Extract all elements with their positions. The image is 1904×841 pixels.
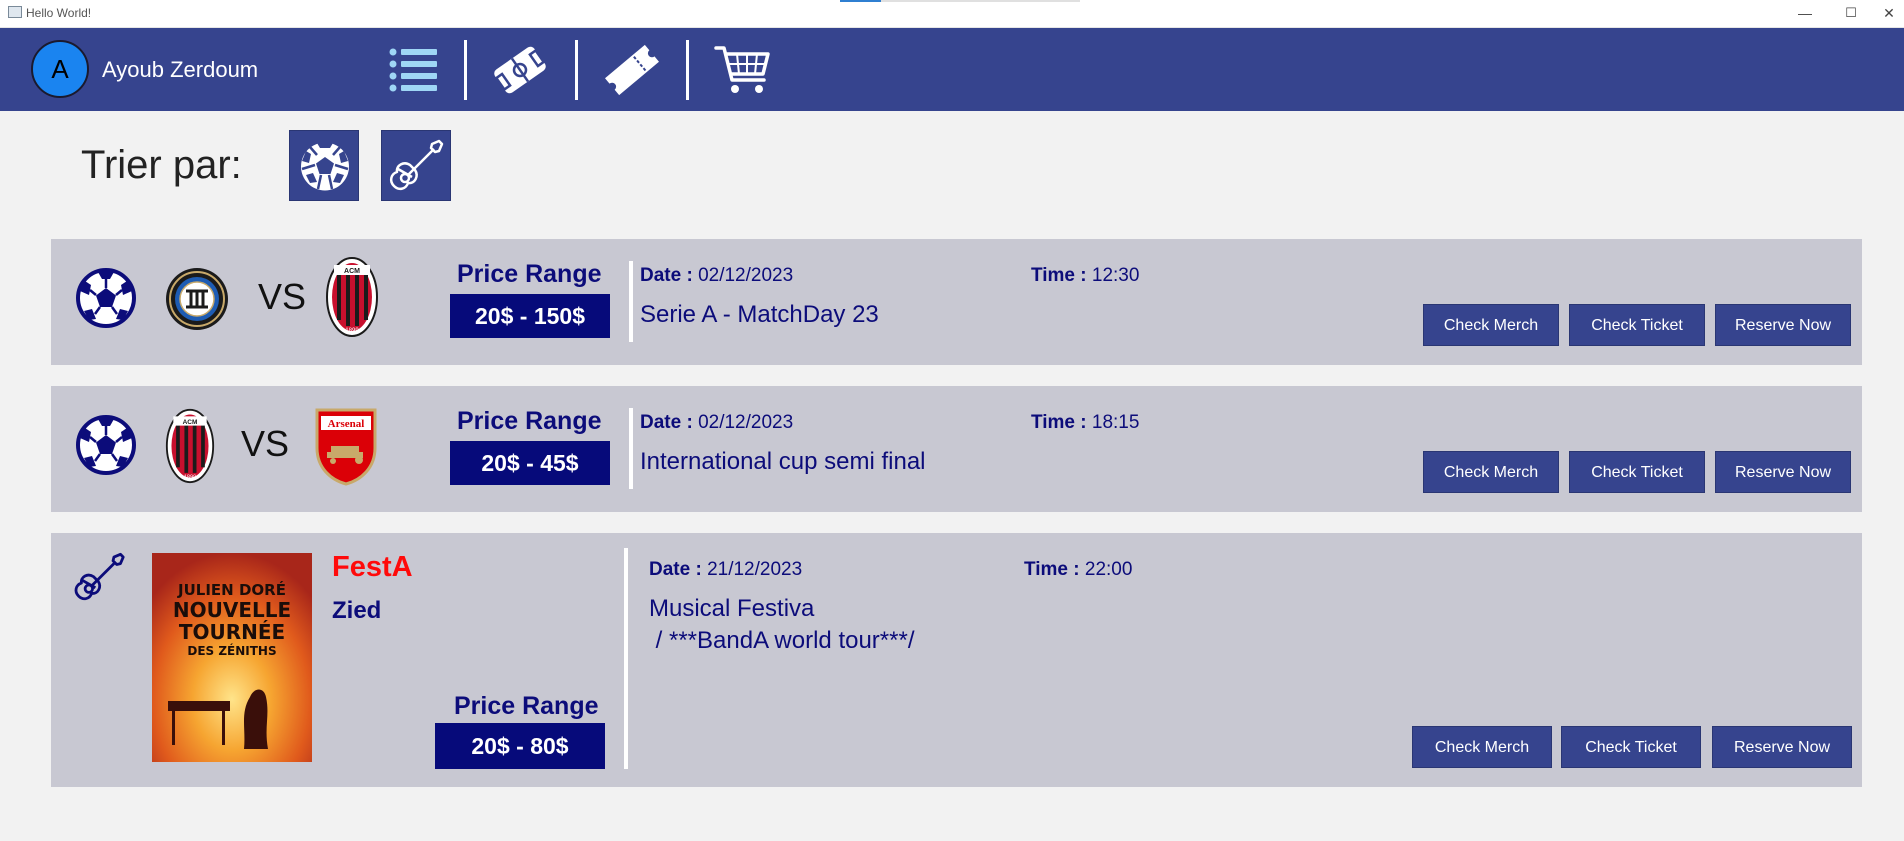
- event-card: ACM 1899 VS Arsenal Price Range 20$ - 45…: [51, 386, 1862, 512]
- price-range-value: 20$ - 45$: [450, 441, 610, 485]
- check-merch-button[interactable]: Check Merch: [1423, 451, 1559, 493]
- poster-line-4: DES ZÉNITHS: [187, 643, 276, 658]
- date-label: Date :: [640, 265, 693, 286]
- check-merch-button[interactable]: Check Merch: [1412, 726, 1552, 768]
- svg-text:1899: 1899: [184, 474, 196, 480]
- app-window-icon: [8, 6, 22, 18]
- maximize-button[interactable]: ☐: [1836, 3, 1866, 23]
- reserve-now-button[interactable]: Reserve Now: [1715, 451, 1851, 493]
- poster-title-lines: JULIEN DORÉ NOUVELLE TOURNÉE DES ZÉNITHS: [173, 580, 291, 658]
- avatar[interactable]: A: [31, 40, 89, 98]
- guitar-icon: [389, 139, 444, 191]
- time-label: Time :: [1024, 559, 1080, 580]
- event-description-line-2: / ***BandA world tour***/: [649, 627, 915, 654]
- time-field: Time : 18:15: [1031, 412, 1139, 434]
- price-range-value: 20$ - 80$: [435, 723, 605, 769]
- minimize-button[interactable]: —: [1790, 3, 1820, 23]
- date-field: Date : 21/12/2023: [649, 559, 802, 581]
- svg-text:Arsenal: Arsenal: [328, 418, 365, 430]
- nav-divider: [464, 40, 467, 100]
- poster-line-2: NOUVELLE: [173, 598, 291, 622]
- cart-icon[interactable]: [713, 42, 773, 98]
- time-field: Time : 12:30: [1031, 265, 1139, 287]
- sort-label: Trier par:: [81, 143, 242, 187]
- ticket-icon[interactable]: [602, 42, 662, 98]
- event-description-line-1: Musical Festiva: [649, 595, 815, 622]
- event-description: International cup semi final: [640, 448, 926, 475]
- time-label: Time :: [1031, 265, 1087, 286]
- ac-milan-logo: ACM 1899: [326, 257, 378, 337]
- concert-poster: JULIEN DORÉ NOUVELLE TOURNÉE DES ZÉNITHS: [152, 553, 312, 762]
- reserve-now-button[interactable]: Reserve Now: [1715, 304, 1851, 346]
- svg-text:ACM: ACM: [183, 419, 198, 426]
- user-name: Ayoub Zerdoum: [102, 57, 259, 82]
- window-titlebar: Hello World! — ☐ ✕: [0, 0, 1904, 28]
- close-button[interactable]: ✕: [1874, 3, 1904, 23]
- time-value: 18:15: [1091, 412, 1140, 433]
- date-label: Date :: [649, 559, 702, 580]
- price-range-title: Price Range: [454, 692, 599, 720]
- date-label: Date :: [640, 412, 693, 433]
- event-name: FestA: [332, 551, 413, 583]
- poster-line-1: JULIEN DORÉ: [177, 580, 286, 599]
- check-ticket-button[interactable]: Check Ticket: [1561, 726, 1701, 768]
- price-range-value: 20$ - 150$: [450, 294, 610, 338]
- price-range-title: Price Range: [457, 407, 602, 435]
- vs-label: VS: [258, 276, 307, 317]
- filter-music-button[interactable]: [381, 130, 451, 201]
- time-value: 22:00: [1084, 559, 1133, 580]
- soccer-ball-icon: [76, 268, 136, 328]
- date-value: 02/12/2023: [698, 265, 794, 286]
- loading-progress-bar: [840, 0, 1080, 2]
- stadium-icon[interactable]: [490, 42, 550, 98]
- filter-football-button[interactable]: [289, 130, 359, 201]
- vs-label: VS: [241, 423, 290, 464]
- svg-text:1899: 1899: [345, 328, 359, 334]
- app-header: A Ayoub Zerdoum: [0, 28, 1904, 111]
- nav-divider: [575, 40, 578, 100]
- card-divider: [624, 548, 628, 769]
- date-field: Date : 02/12/2023: [640, 265, 793, 287]
- date-value: 02/12/2023: [698, 412, 794, 433]
- svg-text:ACM: ACM: [344, 268, 360, 275]
- event-description: Serie A - MatchDay 23: [640, 301, 879, 328]
- reserve-now-button[interactable]: Reserve Now: [1712, 726, 1852, 768]
- artist-name: Zied: [332, 597, 382, 624]
- inter-milan-logo: [166, 268, 228, 330]
- time-value: 12:30: [1091, 265, 1140, 286]
- date-value: 21/12/2023: [707, 559, 803, 580]
- ac-milan-logo: ACM 1899: [165, 408, 215, 484]
- card-divider: [629, 408, 633, 489]
- time-label: Time :: [1031, 412, 1087, 433]
- card-divider: [629, 261, 633, 342]
- list-icon[interactable]: [385, 42, 445, 98]
- event-card: VS ACM 1899 Price Range 20$ - 150$ Date …: [51, 239, 1862, 365]
- time-field: Time : 22:00: [1024, 559, 1132, 581]
- window-title: Hello World!: [26, 6, 92, 20]
- soccer-ball-icon: [301, 142, 349, 191]
- poster-line-3: TOURNÉE: [179, 620, 285, 644]
- check-ticket-button[interactable]: Check Ticket: [1569, 451, 1705, 493]
- soccer-ball-icon: [76, 415, 136, 475]
- check-ticket-button[interactable]: Check Ticket: [1569, 304, 1705, 346]
- check-merch-button[interactable]: Check Merch: [1423, 304, 1559, 346]
- date-field: Date : 02/12/2023: [640, 412, 793, 434]
- price-range-title: Price Range: [457, 260, 602, 288]
- arsenal-logo: Arsenal: [315, 408, 377, 486]
- guitar-icon: [74, 552, 125, 601]
- event-card: JULIEN DORÉ NOUVELLE TOURNÉE DES ZÉNITHS…: [51, 533, 1862, 787]
- nav-divider: [686, 40, 689, 100]
